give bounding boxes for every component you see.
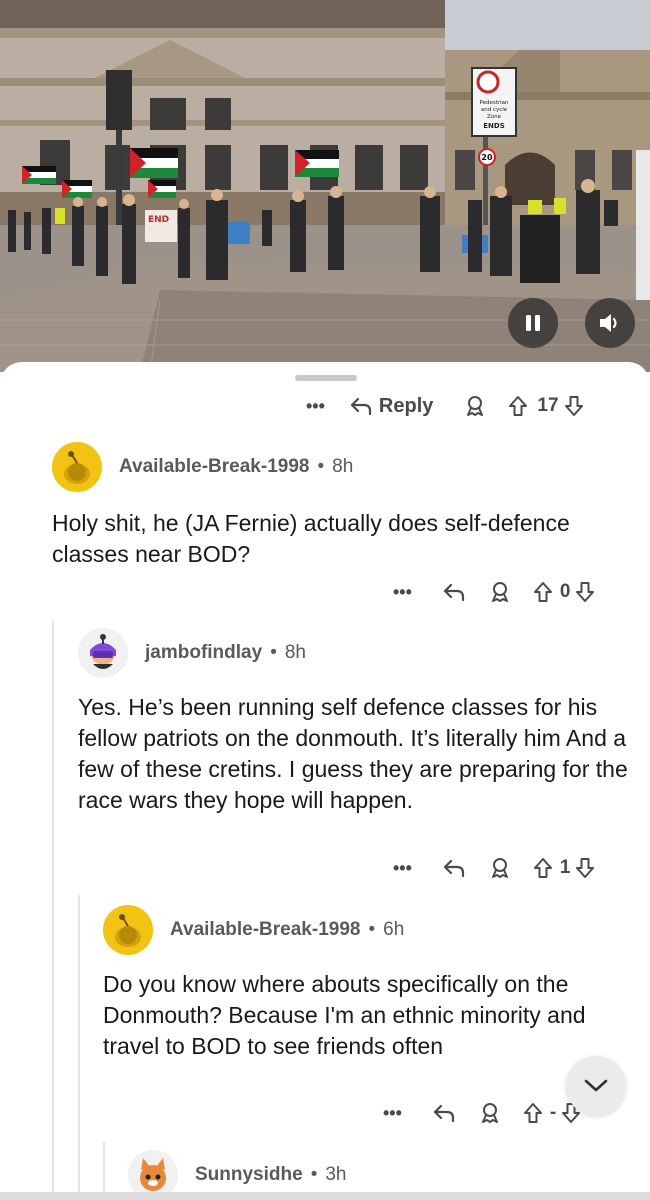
comment-header: Available-Break-1998 • 8h <box>52 442 353 492</box>
more-options-button[interactable]: ••• <box>383 1103 402 1124</box>
avatar[interactable] <box>52 442 102 492</box>
upvote-icon <box>509 396 528 416</box>
banner-text: END <box>148 215 169 225</box>
award-button[interactable] <box>488 856 512 880</box>
comment-body: Yes. He’s been running self defence clas… <box>78 694 628 813</box>
more-options-button[interactable]: ••• <box>393 582 412 603</box>
award-icon <box>481 1103 498 1123</box>
comment-action-bar: ••• 0 <box>393 577 596 607</box>
comment-username[interactable]: jambofindlay <box>145 642 262 664</box>
sign-line-1: Pedestrian <box>479 100 509 106</box>
comment-username[interactable]: Available-Break-1998 <box>119 456 309 478</box>
reply-button[interactable] <box>442 857 466 879</box>
upvote-icon <box>533 582 552 602</box>
vote-count: 0 <box>559 581 571 602</box>
award-button[interactable] <box>488 580 512 604</box>
comment-action-bar: ••• 1 <box>393 853 596 883</box>
comment-age: 8h <box>284 642 306 663</box>
comment-age: 3h <box>325 1164 347 1185</box>
dot-separator: • <box>317 456 325 477</box>
upvote-button[interactable] <box>507 394 529 418</box>
dot-separator: • <box>310 1164 318 1185</box>
pause-icon <box>526 315 540 331</box>
comment-body: Do you know where abouts specifically on… <box>103 971 586 1059</box>
vote-count: - <box>549 1102 557 1123</box>
thread-line <box>52 620 54 1192</box>
thread-line <box>78 895 80 1192</box>
reply-button[interactable] <box>442 581 466 603</box>
comment-age: 8h <box>332 456 354 477</box>
comment-username[interactable]: Sunnysidhe <box>195 1164 303 1186</box>
sign-line-3: Zone <box>487 114 502 120</box>
speaker-icon <box>600 314 617 332</box>
avatar[interactable] <box>103 905 153 955</box>
downvote-icon <box>564 396 583 416</box>
downvote-icon <box>576 858 595 878</box>
dot-separator: • <box>368 919 376 940</box>
downvote-button[interactable] <box>563 394 585 418</box>
dot-separator: • <box>270 642 277 663</box>
award-button[interactable] <box>478 1101 502 1125</box>
sign-line-4: ENDS <box>483 122 505 130</box>
reply-label: Reply <box>378 394 434 417</box>
chevron-down-icon <box>584 1079 608 1092</box>
reply-button[interactable]: Reply <box>349 395 433 418</box>
award-icon <box>491 582 508 602</box>
reply-icon <box>433 1104 455 1123</box>
pause-button[interactable] <box>508 298 558 348</box>
award-icon <box>467 396 484 416</box>
sheet-drag-handle[interactable] <box>295 375 357 381</box>
thread-line <box>103 1142 105 1192</box>
reply-icon <box>443 859 465 878</box>
upvote-icon <box>533 858 552 878</box>
reply-icon <box>350 397 372 416</box>
post-action-bar: ••• Reply 17 <box>306 391 585 421</box>
reply-button[interactable] <box>432 1102 456 1124</box>
downvote-button[interactable] <box>574 856 596 880</box>
upvote-button[interactable] <box>532 856 554 880</box>
video-player[interactable]: Pedestrian and cycle Zone ENDS 20 END <box>0 0 650 372</box>
award-button[interactable] <box>463 394 487 418</box>
downvote-icon <box>576 582 595 602</box>
comment-header: jambofindlay • 8h <box>78 628 306 678</box>
speed-sign: 20 <box>481 153 493 162</box>
comment-age: 6h <box>383 919 405 940</box>
sign-line-2: and cycle <box>481 107 508 113</box>
comment-username[interactable]: Available-Break-1998 <box>170 919 360 941</box>
comment-header: Available-Break-1998 • 6h <box>103 905 404 955</box>
more-options-button[interactable]: ••• <box>393 858 412 879</box>
award-icon <box>491 858 508 878</box>
vote-count: 17 <box>537 395 559 416</box>
vote-count: 1 <box>559 857 571 878</box>
comment-body: Holy shit, he (JA Fernie) actually does … <box>52 510 570 567</box>
upvote-icon <box>523 1103 542 1123</box>
mute-button[interactable] <box>585 298 635 348</box>
downvote-button[interactable] <box>574 580 596 604</box>
snoo-avatar-icon <box>52 442 102 492</box>
next-comment-button[interactable] <box>566 1056 626 1116</box>
snoo-avatar-icon <box>103 905 153 955</box>
upvote-button[interactable] <box>532 580 554 604</box>
reply-icon <box>443 583 465 602</box>
custom-avatar-icon <box>78 628 128 678</box>
more-options-button[interactable]: ••• <box>306 396 325 417</box>
upvote-button[interactable] <box>522 1101 544 1125</box>
comment-action-bar: ••• - <box>383 1098 582 1128</box>
bottom-divider <box>0 1192 650 1200</box>
avatar[interactable] <box>78 628 128 678</box>
